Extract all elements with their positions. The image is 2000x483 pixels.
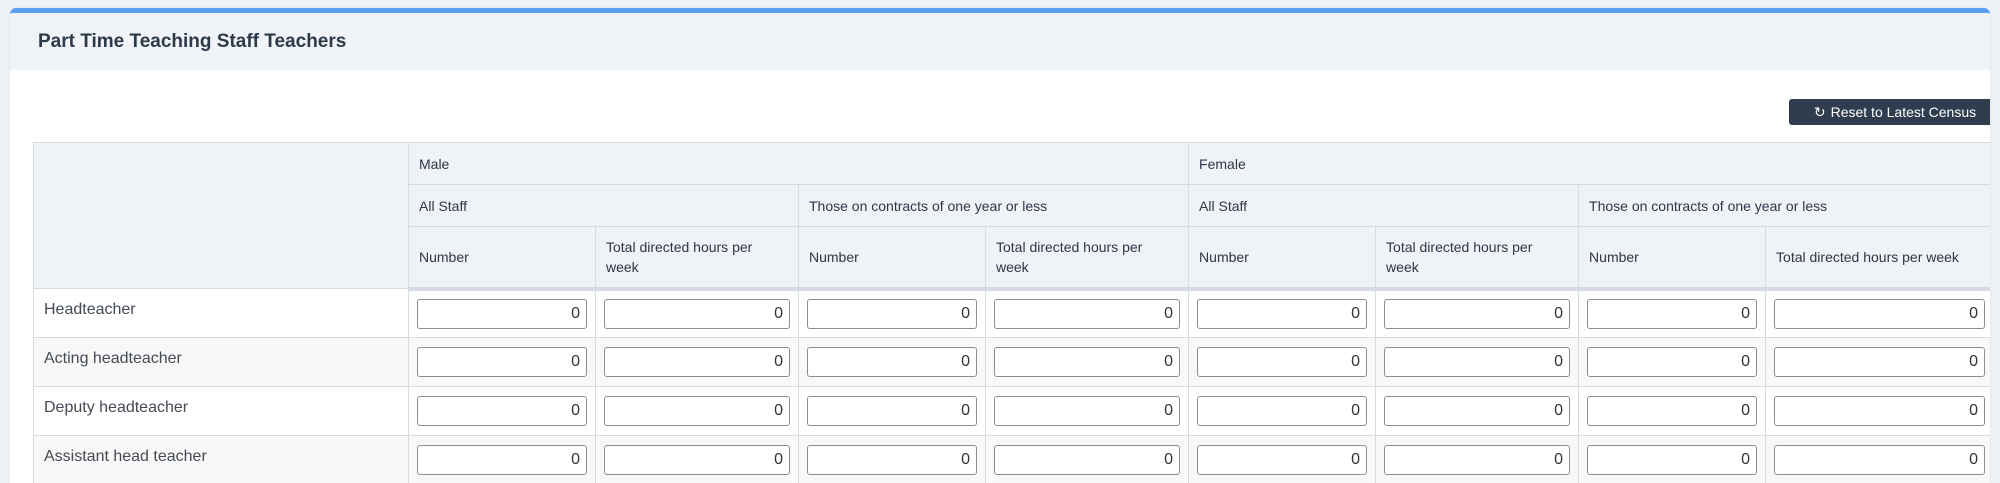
number-input[interactable] (1197, 299, 1367, 329)
number-input[interactable] (417, 445, 587, 475)
hours-input[interactable] (604, 396, 790, 426)
row-label: Acting headteacher (34, 338, 409, 387)
hours-input[interactable] (604, 347, 790, 377)
column-header: Number (799, 227, 986, 289)
number-input[interactable] (807, 396, 977, 426)
subgroup-header: Those on contracts of one year or less (1579, 185, 1990, 227)
number-input[interactable] (807, 299, 977, 329)
hours-input[interactable] (604, 445, 790, 475)
table-row: Headteacher (34, 289, 1991, 338)
column-header: Number (1189, 227, 1376, 289)
column-header: Total directed hours per week (1766, 227, 1990, 289)
hours-input[interactable] (994, 347, 1180, 377)
column-header: Number (1579, 227, 1766, 289)
number-input[interactable] (807, 347, 977, 377)
hours-input[interactable] (1774, 396, 1985, 426)
number-input[interactable] (1587, 445, 1757, 475)
number-input[interactable] (417, 347, 587, 377)
hours-input[interactable] (994, 445, 1180, 475)
part-time-teaching-staff-panel: Part Time Teaching Staff Teachers ↻ Rese… (10, 8, 1990, 483)
column-header: Total directed hours per week (596, 227, 799, 289)
hours-input[interactable] (604, 299, 790, 329)
number-input[interactable] (1587, 299, 1757, 329)
column-header: Number (409, 227, 596, 289)
number-input[interactable] (1587, 347, 1757, 377)
number-input[interactable] (1197, 445, 1367, 475)
panel-title: Part Time Teaching Staff Teachers (10, 13, 1990, 70)
hours-input[interactable] (994, 299, 1180, 329)
number-input[interactable] (1587, 396, 1757, 426)
hours-input[interactable] (1774, 299, 1985, 329)
hours-input[interactable] (1384, 445, 1570, 475)
number-input[interactable] (807, 445, 977, 475)
subgroup-header: Those on contracts of one year or less (799, 185, 1189, 227)
hours-input[interactable] (994, 396, 1180, 426)
column-header: Total directed hours per week (986, 227, 1189, 289)
table-row: Deputy headteacher (34, 387, 1991, 436)
number-input[interactable] (1197, 396, 1367, 426)
row-label: Headteacher (34, 289, 409, 338)
group-header-male: Male (409, 143, 1189, 185)
subgroup-header: All Staff (409, 185, 799, 227)
hours-input[interactable] (1774, 445, 1985, 475)
row-label: Assistant head teacher (34, 436, 409, 483)
subgroup-header: All Staff (1189, 185, 1579, 227)
hours-input[interactable] (1384, 347, 1570, 377)
reset-button-label: Reset to Latest Census (1831, 104, 1977, 120)
number-input[interactable] (1197, 347, 1367, 377)
row-label: Deputy headteacher (34, 387, 409, 436)
group-header-female: Female (1189, 143, 1990, 185)
number-input[interactable] (417, 299, 587, 329)
row-header-corner (34, 143, 409, 289)
table-row: Assistant head teacher (34, 436, 1991, 483)
hours-input[interactable] (1384, 299, 1570, 329)
hours-input[interactable] (1384, 396, 1570, 426)
refresh-icon: ↻ (1814, 105, 1826, 119)
staff-table: Male Female All Staff Those on contracts… (33, 142, 1990, 483)
table-row: Acting headteacher (34, 338, 1991, 387)
reset-to-latest-census-button[interactable]: ↻ Reset to Latest Census (1789, 99, 1990, 125)
column-header: Total directed hours per week (1376, 227, 1579, 289)
hours-input[interactable] (1774, 347, 1985, 377)
number-input[interactable] (417, 396, 587, 426)
